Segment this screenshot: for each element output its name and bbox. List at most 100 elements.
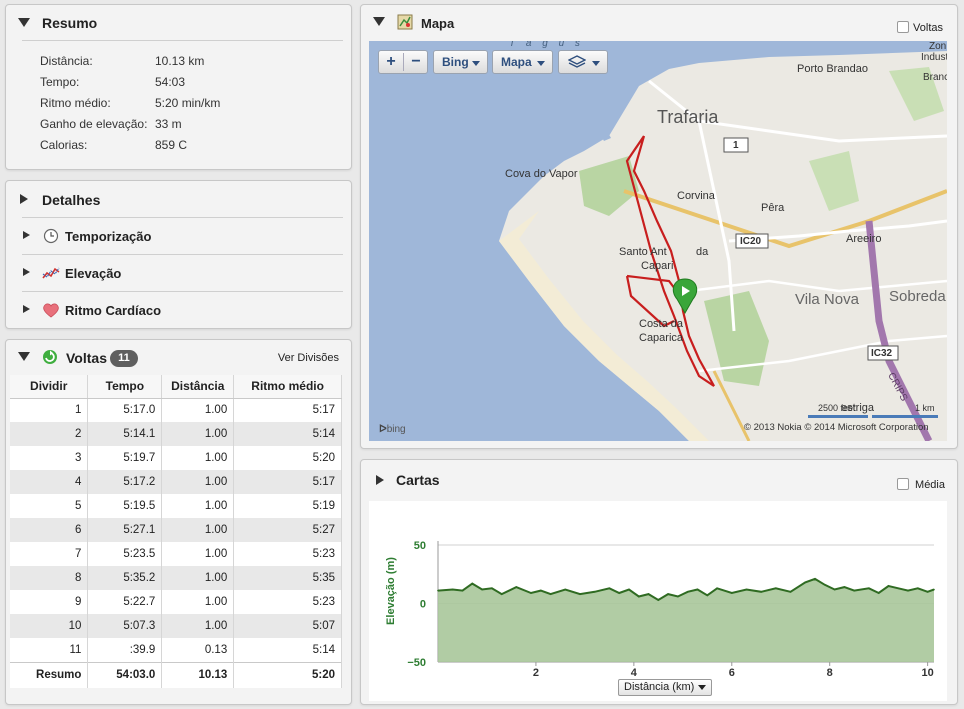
data-point bbox=[677, 595, 679, 598]
expand-arrow-icon[interactable] bbox=[376, 475, 384, 485]
cell-split: 5 bbox=[10, 494, 89, 518]
charts-title: Cartas bbox=[396, 472, 440, 488]
details-item-timing[interactable]: Temporização bbox=[6, 218, 351, 254]
data-point bbox=[515, 586, 518, 588]
details-item-label: Temporização bbox=[65, 229, 152, 244]
map-label: Zon bbox=[929, 41, 947, 52]
summary-value-pace: 5:20 min/km bbox=[155, 96, 221, 110]
data-point bbox=[853, 589, 855, 592]
expand-arrow-icon[interactable] bbox=[20, 194, 28, 204]
table-row[interactable]: 9 5:22.7 1.00 5:23 bbox=[10, 590, 342, 614]
details-item-elevation[interactable]: Elevação bbox=[6, 255, 351, 291]
map-view[interactable]: Trafaria Porto Brandao Cova do Vapor Cor… bbox=[369, 41, 947, 441]
data-point bbox=[814, 578, 816, 580]
elevation-area bbox=[438, 578, 934, 662]
cell-time: :39.9 bbox=[87, 638, 163, 662]
data-point bbox=[608, 587, 611, 590]
cell-distance: 1.00 bbox=[161, 398, 235, 422]
data-point bbox=[775, 587, 777, 590]
data-point bbox=[868, 587, 870, 590]
x-axis-select[interactable]: Distância (km) bbox=[618, 679, 712, 696]
data-point bbox=[897, 587, 900, 590]
details-item-heart-rate[interactable]: Ritmo Cardíaco bbox=[6, 292, 351, 328]
map-label: Branc bbox=[923, 72, 947, 83]
bing-logo-text: bing bbox=[386, 424, 406, 435]
map-icon bbox=[397, 14, 413, 30]
map-label: Indust bbox=[921, 52, 947, 63]
map-type-dropdown[interactable]: Mapa bbox=[492, 50, 553, 74]
table-row[interactable]: 10 5:07.3 1.00 5:07 bbox=[10, 614, 342, 638]
view-splits-link[interactable]: Ver Divisões bbox=[278, 352, 339, 364]
data-point bbox=[500, 593, 503, 595]
expand-arrow-icon[interactable] bbox=[23, 231, 30, 239]
table-row[interactable]: 3 5:19.7 1.00 5:20 bbox=[10, 446, 342, 470]
data-point bbox=[491, 587, 493, 590]
table-row[interactable]: 1 5:17.0 1.00 5:17 bbox=[10, 398, 342, 422]
collapse-arrow-icon[interactable] bbox=[373, 17, 385, 26]
expand-arrow-icon[interactable] bbox=[23, 305, 30, 313]
map-label: da bbox=[696, 246, 709, 258]
provider-dropdown[interactable]: Bing bbox=[433, 50, 488, 74]
table-row[interactable]: 6 5:27.1 1.00 5:27 bbox=[10, 518, 342, 542]
zoom-in-button[interactable]: + bbox=[379, 51, 403, 73]
road-shield-label: IC32 bbox=[871, 348, 893, 359]
map-copyright: © 2013 Nokia © 2014 Microsoft Corporatio… bbox=[744, 422, 929, 433]
map-label: Sobreda bbox=[889, 288, 946, 305]
chevron-down-icon bbox=[592, 61, 600, 66]
laps-title: Voltas bbox=[66, 350, 107, 366]
cell-time: 5:17.2 bbox=[87, 470, 163, 494]
cell-time: 5:19.5 bbox=[87, 494, 163, 518]
laps-checkbox[interactable] bbox=[897, 21, 909, 33]
data-point bbox=[667, 593, 669, 595]
data-point bbox=[789, 591, 792, 593]
table-row[interactable]: 7 5:23.5 1.00 5:23 bbox=[10, 542, 342, 566]
cell-total-distance: 10.13 bbox=[161, 661, 235, 688]
chart-area: 50 0 −50 2 4 6 8 10 Elevação (m) Distância (km) bbox=[369, 501, 947, 701]
summary-title: Resumo bbox=[42, 15, 98, 31]
chevron-down-icon bbox=[472, 61, 480, 66]
data-point bbox=[887, 585, 890, 587]
laps-header[interactable]: Voltas 11 Ver Divisões bbox=[6, 340, 351, 374]
details-item-label: Elevação bbox=[65, 266, 122, 281]
data-point bbox=[760, 591, 762, 593]
data-point bbox=[686, 591, 689, 593]
table-row[interactable]: 8 5:35.2 1.00 5:35 bbox=[10, 566, 342, 590]
table-row[interactable]: 5 5:19.5 1.00 5:19 bbox=[10, 494, 342, 518]
col-avg-pace[interactable]: Ritmo médio bbox=[233, 375, 342, 399]
cell-total-pace: 5:20 bbox=[233, 661, 342, 688]
cell-pace: 5:17 bbox=[233, 470, 342, 494]
cell-split: 2 bbox=[10, 422, 89, 446]
map-label: Trafaria bbox=[657, 107, 719, 127]
expand-arrow-icon[interactable] bbox=[23, 268, 30, 276]
table-row[interactable]: 2 5:14.1 1.00 5:14 bbox=[10, 422, 342, 446]
map-header[interactable]: Mapa Voltas bbox=[361, 5, 957, 39]
x-tick-label: 2 bbox=[533, 667, 539, 679]
x-tick-label: 4 bbox=[631, 667, 638, 679]
details-header[interactable]: Detalhes bbox=[6, 181, 351, 215]
cell-total-time: 54:03.0 bbox=[87, 661, 163, 688]
collapse-arrow-icon[interactable] bbox=[18, 352, 30, 361]
average-checkbox[interactable] bbox=[897, 478, 909, 490]
zoom-out-button[interactable]: − bbox=[404, 51, 428, 73]
cell-pace: 5:23 bbox=[233, 590, 342, 614]
elevation-chart[interactable]: 50 0 −50 2 4 6 8 10 bbox=[369, 501, 947, 701]
data-point bbox=[579, 593, 581, 595]
data-point bbox=[564, 588, 567, 591]
park-area bbox=[579, 156, 639, 216]
chart-ylabel: Elevação (m) bbox=[385, 557, 397, 625]
col-split[interactable]: Dividir bbox=[10, 375, 89, 399]
laps-count-badge: 11 bbox=[110, 350, 138, 367]
cell-split: 1 bbox=[10, 398, 89, 422]
details-item-label: Ritmo Cardíaco bbox=[65, 303, 162, 318]
summary-header[interactable]: Resumo bbox=[6, 5, 351, 39]
data-point bbox=[833, 588, 836, 591]
col-distance[interactable]: Distância bbox=[161, 375, 235, 399]
cell-pace: 5:19 bbox=[233, 494, 342, 518]
table-row[interactable]: 4 5:17.2 1.00 5:17 bbox=[10, 470, 342, 494]
col-time[interactable]: Tempo bbox=[87, 375, 163, 399]
collapse-arrow-icon[interactable] bbox=[18, 18, 30, 27]
table-row[interactable]: 11:39.9 0.13 5:14 bbox=[10, 638, 342, 662]
data-point bbox=[933, 588, 935, 591]
layers-dropdown[interactable] bbox=[558, 50, 608, 74]
charts-header[interactable]: Cartas Média bbox=[361, 460, 957, 494]
